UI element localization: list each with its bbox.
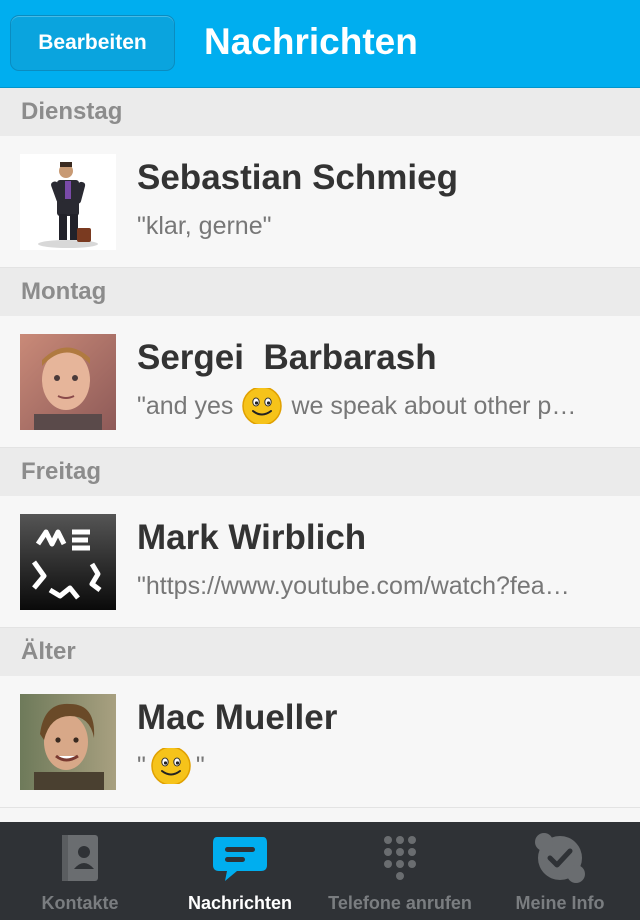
section-header-dienstag: Dienstag bbox=[0, 88, 640, 136]
avatar-image bbox=[20, 514, 116, 610]
smiley-emoji-icon bbox=[151, 748, 191, 784]
message-snippet: " " bbox=[137, 748, 637, 784]
tab-label: Nachrichten bbox=[187, 893, 293, 913]
tab-bar: Kontakte Nachrichten Telefone anrufen Me… bbox=[0, 822, 640, 920]
avatar-image bbox=[20, 334, 116, 430]
contact-name: Sebastian Schmieg bbox=[137, 158, 458, 197]
snippet-text-tail: we speak about other p… bbox=[291, 392, 577, 420]
conversation-row[interactable]: Mac Mueller " " bbox=[0, 676, 640, 808]
smiley-emoji-icon bbox=[242, 388, 283, 424]
dialpad-icon bbox=[384, 836, 416, 880]
avatar bbox=[20, 514, 116, 610]
section-header-aelter: Älter bbox=[0, 628, 640, 676]
avatar bbox=[20, 154, 116, 250]
conversation-row[interactable]: Sergei Barbarash "and yes we speak about… bbox=[0, 316, 640, 448]
snippet-text: "and yes bbox=[137, 392, 234, 420]
contact-name: Mark Wirblich bbox=[137, 518, 367, 557]
contact-name: Sergei Barbarash bbox=[137, 338, 437, 377]
edit-button[interactable]: Bearbeiten bbox=[10, 15, 175, 71]
conversation-list: Dienstag Sebastian Schmieg "klar, gerne"… bbox=[0, 88, 640, 822]
message-snippet: "https://www.youtube.com/watch?fea… bbox=[137, 568, 637, 604]
tab-label: Meine Info bbox=[515, 893, 605, 913]
tab-label: Telefone anrufen bbox=[328, 893, 472, 913]
avatar bbox=[20, 334, 116, 430]
chat-bubble-icon bbox=[213, 837, 267, 881]
section-header-freitag: Freitag bbox=[0, 448, 640, 496]
message-snippet: "klar, gerne" bbox=[137, 208, 637, 244]
contacts-icon bbox=[62, 835, 98, 881]
snippet-text: "klar, gerne" bbox=[137, 212, 272, 240]
page-title: Nachrichten bbox=[204, 21, 418, 62]
tab-kontakte[interactable]: Kontakte bbox=[0, 822, 160, 920]
avatar-image bbox=[20, 694, 116, 790]
tab-nachrichten[interactable]: Nachrichten bbox=[160, 822, 320, 920]
tab-telefone-anrufen[interactable]: Telefone anrufen bbox=[320, 822, 480, 920]
contact-name: Mac Mueller bbox=[137, 698, 338, 737]
snippet-text-tail: " bbox=[195, 752, 205, 780]
tab-label: Kontakte bbox=[41, 893, 119, 913]
conversation-row[interactable]: Sebastian Schmieg "klar, gerne" bbox=[0, 136, 640, 268]
avatar-image bbox=[20, 154, 116, 250]
conversation-row[interactable]: Mark Wirblich "https://www.youtube.com/w… bbox=[0, 496, 640, 628]
skype-check-icon bbox=[535, 833, 585, 883]
snippet-text: " bbox=[137, 752, 146, 780]
message-snippet: "and yes we speak about other p… bbox=[137, 388, 637, 424]
snippet-text: "https://www.youtube.com/watch?fea… bbox=[137, 572, 570, 600]
tab-meine-info[interactable]: Meine Info bbox=[480, 822, 640, 920]
avatar bbox=[20, 694, 116, 790]
section-header-montag: Montag bbox=[0, 268, 640, 316]
nav-bar: Bearbeiten Nachrichten bbox=[0, 0, 640, 88]
